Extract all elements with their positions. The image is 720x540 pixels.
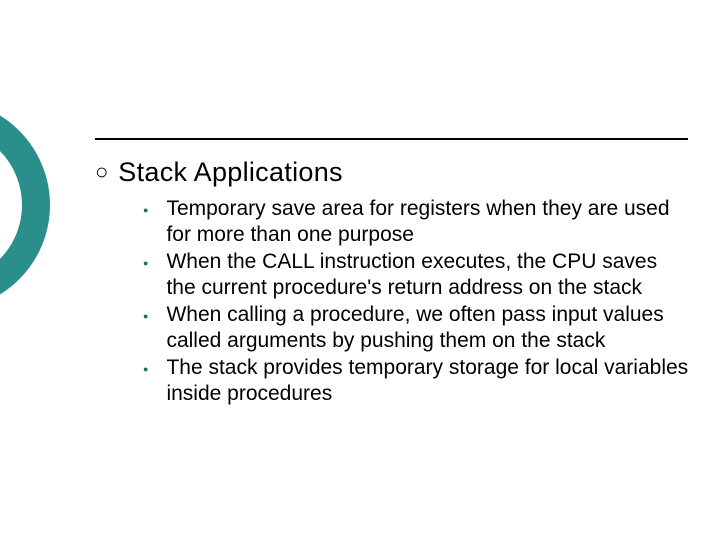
bullet-dot-icon: ● <box>143 303 148 329</box>
bullet-dot-icon: ● <box>143 250 148 276</box>
horizontal-rule <box>95 138 688 140</box>
list-item-text: When calling a procedure, we often pass … <box>166 302 690 354</box>
list-item: ● The stack provides temporary storage f… <box>143 355 690 407</box>
open-bullet-icon: ○ <box>95 156 108 188</box>
bullet-list: ● Temporary save area for registers when… <box>143 196 690 407</box>
list-item: ● Temporary save area for registers when… <box>143 196 690 248</box>
list-item-text: When the CALL instruction executes, the … <box>166 249 690 301</box>
heading-row: ○ Stack Applications <box>95 156 690 188</box>
list-item-text: The stack provides temporary storage for… <box>166 355 690 407</box>
list-item: ● When the CALL instruction executes, th… <box>143 249 690 301</box>
list-item: ● When calling a procedure, we often pas… <box>143 302 690 354</box>
bullet-dot-icon: ● <box>143 197 148 223</box>
bullet-dot-icon: ● <box>143 356 148 382</box>
slide-heading: Stack Applications <box>118 156 343 188</box>
slide-content: ○ Stack Applications ● Temporary save ar… <box>95 156 690 408</box>
list-item-text: Temporary save area for registers when t… <box>166 196 690 248</box>
decorative-circle <box>0 100 50 310</box>
